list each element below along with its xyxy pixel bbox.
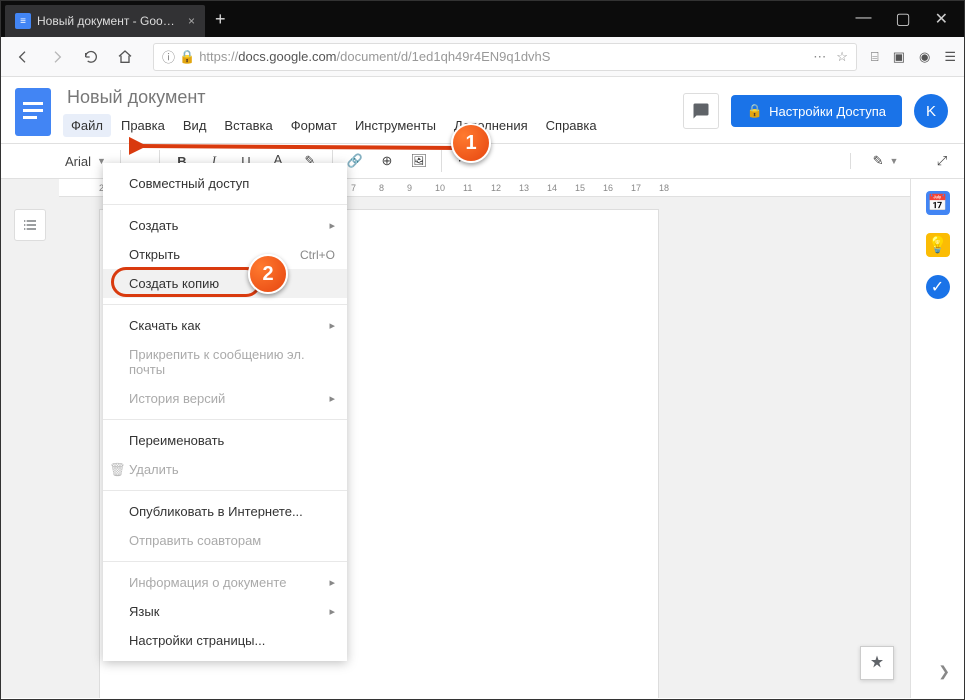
tab-title: Новый документ - Google Док bbox=[37, 14, 180, 28]
forward-button[interactable] bbox=[43, 43, 71, 71]
menu-item[interactable]: Язык bbox=[103, 597, 347, 626]
menu-вид[interactable]: Вид bbox=[175, 114, 215, 137]
explore-button[interactable] bbox=[860, 646, 894, 680]
docs-logo-icon[interactable] bbox=[13, 85, 53, 139]
share-label: Настройки Доступа bbox=[769, 104, 886, 119]
maximize-icon[interactable]: ▢ bbox=[895, 9, 910, 29]
comments-button[interactable] bbox=[683, 93, 719, 129]
minimize-icon[interactable]: — bbox=[855, 9, 871, 29]
expand-button[interactable]: ⤢ bbox=[928, 147, 956, 175]
menu-item[interactable]: Настройки страницы... bbox=[103, 626, 347, 655]
side-panel: 📅 💡 ✓ bbox=[910, 179, 964, 698]
reload-button[interactable] bbox=[77, 43, 105, 71]
menu-item[interactable]: Создать bbox=[103, 211, 347, 240]
menu-правка[interactable]: Правка bbox=[113, 114, 173, 137]
browser-tab-strip: ≡ Новый документ - Google Док × + — ▢ ✕ bbox=[1, 1, 964, 37]
window-controls: — ▢ ✕ bbox=[855, 9, 956, 29]
lock-icon: 🔒 bbox=[179, 49, 195, 65]
menu-справка[interactable]: Справка bbox=[538, 114, 605, 137]
menu-item: Отправить соавторам bbox=[103, 526, 347, 555]
docs-favicon: ≡ bbox=[15, 13, 31, 29]
browser-toolbar: ⓘ 🔒 https://docs.google.com/document/d/1… bbox=[1, 37, 964, 77]
library-icon[interactable]: ⌸ bbox=[871, 49, 879, 65]
menu-item[interactable]: Переименовать bbox=[103, 426, 347, 455]
document-outline-button[interactable] bbox=[14, 209, 46, 241]
chevron-down-icon: ▼ bbox=[889, 156, 898, 166]
editing-mode-button[interactable]: ✎ ▼ bbox=[850, 153, 920, 169]
menu-файл[interactable]: Файл bbox=[63, 114, 111, 137]
account-avatar[interactable]: K bbox=[914, 94, 948, 128]
share-button[interactable]: 🔒 Настройки Доступа bbox=[731, 95, 902, 127]
new-tab-button[interactable]: + bbox=[215, 9, 226, 30]
url-path: /document/d/1ed1qh49r4EN9q1dvhS bbox=[337, 49, 551, 64]
info-icon[interactable]: ⓘ bbox=[162, 47, 175, 66]
menu-item[interactable]: Скачать как bbox=[103, 311, 347, 340]
menu-item: История версий bbox=[103, 384, 347, 413]
close-tab-icon[interactable]: × bbox=[188, 14, 195, 28]
callout-1: 1 bbox=[451, 123, 491, 163]
menu-item: 🗑Удалить bbox=[103, 455, 347, 484]
account-icon[interactable]: ◉ bbox=[919, 49, 930, 65]
sidebar-icon[interactable]: ▣ bbox=[893, 49, 905, 65]
lock-icon: 🔒 bbox=[747, 103, 763, 119]
browser-tab[interactable]: ≡ Новый документ - Google Док × bbox=[5, 5, 205, 37]
callout-2: 2 bbox=[248, 254, 288, 294]
menubar: ФайлПравкаВидВставкаФорматИнструментыДоп… bbox=[63, 114, 673, 137]
menu-инструменты[interactable]: Инструменты bbox=[347, 114, 444, 137]
bookmark-star-icon[interactable]: ☆ bbox=[836, 49, 848, 65]
tasks-icon[interactable]: ✓ bbox=[926, 275, 950, 299]
menu-item[interactable]: Опубликовать в Интернете... bbox=[103, 497, 347, 526]
url-host: docs.google.com bbox=[238, 49, 336, 64]
url-scheme: https:// bbox=[199, 49, 238, 64]
keep-icon[interactable]: 💡 bbox=[926, 233, 950, 257]
calendar-icon[interactable]: 📅 bbox=[926, 191, 950, 215]
back-button[interactable] bbox=[9, 43, 37, 71]
close-window-icon[interactable]: ✕ bbox=[935, 9, 948, 29]
document-title[interactable]: Новый документ bbox=[63, 85, 673, 110]
menu-формат[interactable]: Формат bbox=[283, 114, 345, 137]
scroll-right-arrow[interactable]: ❯ bbox=[938, 663, 950, 680]
menu-icon[interactable]: ☰ bbox=[944, 49, 956, 65]
menu-item[interactable]: Совместный доступ bbox=[103, 169, 347, 198]
address-bar[interactable]: ⓘ 🔒 https://docs.google.com/document/d/1… bbox=[153, 43, 857, 71]
menu-вставка[interactable]: Вставка bbox=[216, 114, 280, 137]
menu-item: Информация о документе bbox=[103, 568, 347, 597]
home-button[interactable] bbox=[111, 43, 139, 71]
menu-item[interactable]: Создать копию bbox=[103, 269, 347, 298]
menu-item: Прикрепить к сообщению эл. почты bbox=[103, 340, 347, 384]
file-menu-dropdown: Совместный доступ СоздатьОткрытьCtrl+OСоз… bbox=[103, 163, 347, 661]
font-name-label: Arial bbox=[65, 154, 91, 169]
menu-item[interactable]: ОткрытьCtrl+O bbox=[103, 240, 347, 269]
annotation-arrow bbox=[129, 136, 469, 160]
